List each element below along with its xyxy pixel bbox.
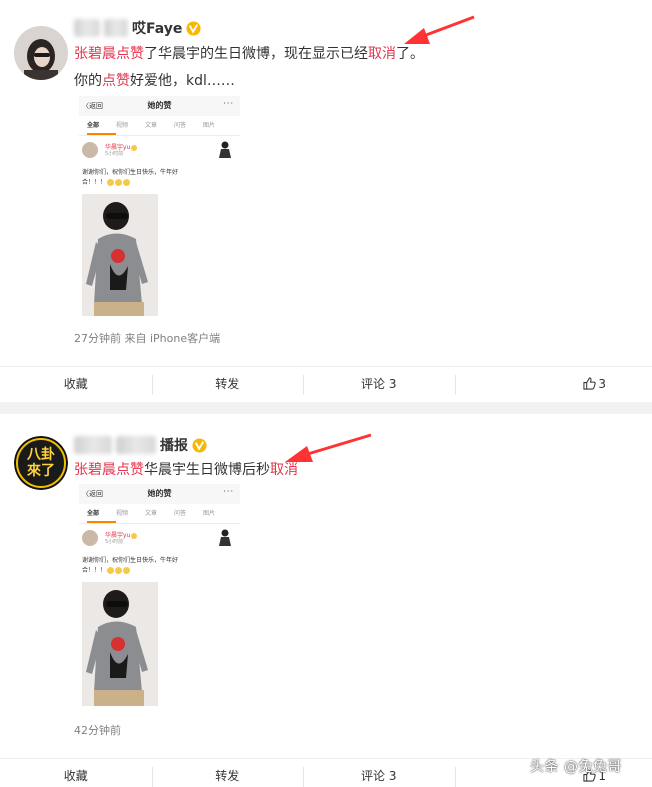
highlight-text[interactable]: 张碧晨点赞: [74, 462, 144, 478]
tab-image: 图片: [203, 122, 216, 129]
plain-text: 了华晨宇的生日微博，现在显示已经: [144, 46, 368, 62]
emoji-icon: [115, 567, 123, 574]
username-text: 哎Faye: [132, 21, 183, 37]
figure-icon: [219, 529, 231, 546]
weibo-post-1: 哎Faye 张碧晨点赞了华晨宇的生日微博，现在显示已经取消了。 你的点赞好爱他，…: [0, 0, 652, 402]
photo: [82, 194, 158, 316]
like-count: 3: [598, 376, 606, 391]
highlight-text[interactable]: 点赞: [102, 73, 130, 89]
avatar[interactable]: [14, 26, 68, 80]
blurred-name: [104, 19, 128, 37]
more-icon: ···: [223, 487, 234, 496]
screenshot-text-line: 合！！！: [82, 178, 232, 188]
screenshot-text-line: 谢谢你们，祝你们生日快乐，牛年好: [82, 169, 179, 176]
repost-button[interactable]: 转发: [151, 367, 304, 400]
plain-text: 你的: [74, 73, 102, 89]
avatar[interactable]: 八卦來了: [14, 436, 68, 490]
verified-badge-icon: [186, 20, 201, 36]
more-icon: ···: [223, 99, 234, 108]
screenshot-tabs: 全部 视频 文章 问答 图片: [79, 504, 240, 524]
tab-all: 全部: [87, 116, 116, 135]
screenshot-title: 她的赞: [147, 489, 172, 498]
avatar-text: 八卦來了: [27, 447, 55, 479]
tab-qa: 问答: [174, 122, 187, 129]
blurred-name: [74, 19, 100, 37]
collect-label: 收藏: [63, 769, 88, 783]
screenshot-text: 谢谢你们，祝你们生日快乐，牛年好 合！！！: [82, 556, 232, 576]
emoji-icon: [115, 179, 123, 186]
tab-article: 文章: [145, 510, 158, 517]
tab-qa: 问答: [174, 510, 187, 517]
username-text: 播报: [160, 438, 188, 454]
emoji-icon: [123, 567, 131, 574]
tab-video: 视频: [116, 122, 129, 129]
embedded-screenshot[interactable]: 〈返回 她的赞 ··· 全部 视频 文章 问答 图片 华晨宇yu 5小时前 谢谢…: [79, 484, 240, 712]
arrow-icon: [285, 433, 372, 462]
post-text-line: 张碧晨点赞华晨宇生日微博后秒取消: [74, 460, 298, 480]
repost-button[interactable]: 转发: [151, 759, 304, 787]
screenshot-nav: 〈返回 她的赞 ···: [79, 484, 240, 504]
watermark: 头条 @兔兔哥: [530, 759, 622, 775]
photo: [82, 582, 158, 706]
screenshot-card: 华晨宇yu 5小时前 谢谢你们，祝你们生日快乐，牛年好 合！！！: [79, 136, 240, 318]
username[interactable]: 播报: [74, 435, 207, 455]
avatar: [82, 142, 98, 158]
collect-button[interactable]: 收藏: [0, 367, 152, 400]
post-meta: 42分钟前: [74, 724, 121, 737]
collect-button[interactable]: 收藏: [0, 759, 152, 787]
like-button[interactable]: 3: [454, 367, 652, 400]
screenshot-time: 5小时前: [105, 539, 124, 545]
highlight-text[interactable]: 取消: [368, 46, 396, 62]
tab-video: 视频: [116, 510, 129, 517]
screenshot-nav: 〈返回 她的赞 ···: [79, 96, 240, 116]
tab-image: 图片: [203, 510, 216, 517]
comment-button[interactable]: 评论 3: [303, 759, 455, 787]
screenshot-time: 5小时前: [105, 151, 124, 157]
screenshot-title: 她的赞: [147, 101, 172, 110]
blurred-name: [116, 436, 156, 454]
screenshot-text: 谢谢你们，祝你们生日快乐，牛年好 合！！！: [82, 168, 232, 188]
thumb-up-icon: [583, 377, 597, 390]
post-meta: 27分钟前 来自 iPhone客户端: [74, 332, 221, 345]
figure-icon: [219, 141, 231, 158]
tab-article: 文章: [145, 122, 158, 129]
comment-label: 评论 3: [361, 377, 397, 391]
blurred-name: [74, 436, 112, 454]
action-bar: 收藏 转发 评论 3 3: [0, 366, 652, 400]
comment-label: 评论 3: [361, 769, 397, 783]
weibo-post-2: 八卦來了 播报 张碧晨点赞华晨宇生日微博后秒取消 〈返回 她的赞 ··· 全部 …: [0, 414, 652, 787]
repost-label: 转发: [215, 769, 240, 783]
comment-button[interactable]: 评论 3: [303, 367, 455, 400]
collect-label: 收藏: [63, 377, 88, 391]
tab-all: 全部: [87, 504, 116, 523]
emoji-icon: [123, 179, 131, 186]
username[interactable]: 哎Faye: [74, 18, 201, 38]
avatar: [82, 530, 98, 546]
screenshot-card: 华晨宇yu 5小时前 谢谢你们，祝你们生日快乐，牛年好 合！！！: [79, 524, 240, 712]
arrow-icon: [404, 15, 475, 44]
screenshot-text-line: 合！！！: [82, 566, 232, 576]
emoji-icon: [107, 567, 115, 574]
screenshot-tabs: 全部 视频 文章 问答 图片: [79, 116, 240, 136]
post-text-line: 张碧晨点赞了华晨宇的生日微博，现在显示已经取消了。: [74, 44, 424, 64]
post-text-line: 你的点赞好爱他，kdl……: [74, 71, 235, 91]
highlight-text[interactable]: 张碧晨点赞: [74, 46, 144, 62]
screenshot-text-line: 谢谢你们，祝你们生日快乐，牛年好: [82, 557, 179, 564]
plain-text: 好爱他，kdl……: [130, 73, 235, 89]
emoji-icon: [107, 179, 115, 186]
repost-label: 转发: [215, 377, 240, 391]
post-divider: [0, 402, 652, 414]
embedded-screenshot[interactable]: 〈返回 她的赞 ··· 全部 视频 文章 问答 图片 华晨宇yu 5小时前 谢谢…: [79, 96, 240, 318]
verified-badge-icon: [192, 437, 207, 453]
plain-text: 华晨宇生日微博后秒: [144, 462, 270, 478]
